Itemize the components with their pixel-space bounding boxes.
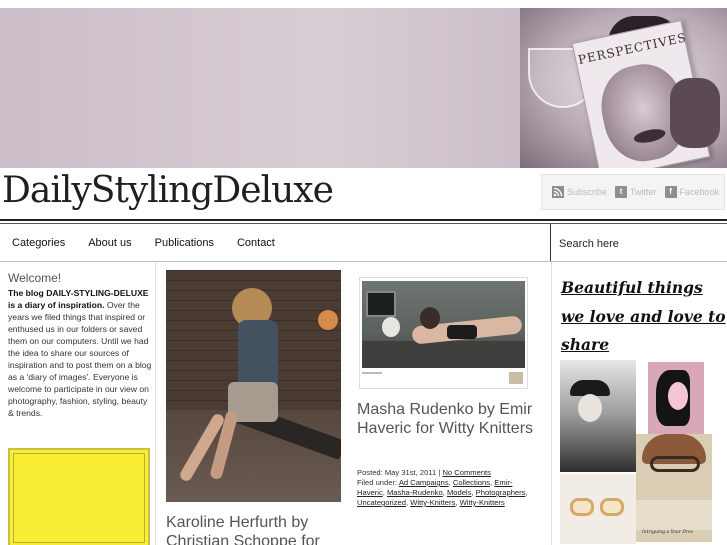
face — [668, 382, 688, 410]
collage-pink-illustration — [648, 362, 704, 434]
comments-link[interactable]: No Comments — [442, 468, 491, 477]
site-logo[interactable]: DailyStylingDeluxe — [2, 170, 334, 211]
tag-link[interactable]: Witty-Knitters — [460, 498, 505, 507]
model-dress — [447, 325, 477, 339]
post-title-masha[interactable]: Masha Rudenko by Emir Haveric for Witty … — [357, 400, 537, 438]
yellow-banner-ad[interactable] — [8, 448, 150, 545]
image-collage[interactable]: Intriguing a Your Dres — [560, 360, 720, 545]
welcome-title: Welcome! — [8, 271, 62, 285]
lamp — [318, 310, 338, 330]
nav-item-categories[interactable]: Categories — [12, 237, 65, 249]
tag-link[interactable]: Masha-Rudenko — [387, 488, 443, 497]
facebook-label: Facebook — [679, 187, 720, 197]
welcome-text: The blog DAILY-STYLING-DELUXE is a diary… — [8, 287, 153, 419]
banner-photo: PERSPECTIVES — [520, 8, 727, 168]
tv-set — [366, 291, 396, 317]
subscribe-link[interactable]: Subscribe — [552, 186, 607, 198]
post-meta: Posted: May 31st, 2011 | No Comments Fil… — [357, 468, 528, 507]
twitter-link[interactable]: t Twitter — [615, 186, 657, 198]
left-sidebar: Welcome! The blog DAILY-STYLING-DELUXE i… — [0, 262, 156, 545]
subscribe-label: Subscribe — [567, 187, 608, 197]
banner-top-strip — [0, 0, 727, 8]
welcome-body: Over the years we filed things that insp… — [8, 300, 152, 418]
sunglasses-lens — [600, 498, 624, 516]
tag-link[interactable]: Uncategorized — [357, 498, 406, 507]
tag-link[interactable]: Photographers — [476, 488, 526, 497]
facebook-icon: f — [664, 186, 677, 198]
facebook-link[interactable]: f Facebook — [664, 186, 720, 198]
twitter-label: Twitter — [630, 187, 657, 197]
tag-link[interactable]: Ad Campaigns — [399, 478, 449, 487]
glasses — [650, 456, 700, 472]
main-nav: Categories About us Publications Contact… — [0, 224, 727, 262]
posted-date: Posted: May 31st, 2011 | — [357, 468, 441, 477]
post-image-masha[interactable] — [362, 281, 525, 368]
image-caption-line — [362, 372, 382, 374]
nav-item-about-us[interactable]: About us — [88, 237, 131, 249]
brand-stamp-icon — [509, 372, 523, 384]
sidebar-heading: Beautiful things we love and love to sha… — [561, 278, 726, 354]
collage-hat-photo — [560, 360, 636, 472]
model-head — [420, 307, 440, 329]
header-banner: PERSPECTIVES — [0, 0, 727, 168]
collage-glasses-ad: Intriguing a Your Dres — [636, 434, 712, 542]
collage-sunglasses — [560, 474, 636, 544]
nav-item-contact[interactable]: Contact — [237, 237, 275, 249]
ad-caption: Intriguing a Your Dres — [642, 530, 694, 535]
magazine-title: PERSPECTIVES — [576, 30, 688, 68]
filed-under-label: Filed under: — [357, 478, 398, 487]
rabbit — [382, 317, 400, 337]
floor — [362, 341, 525, 368]
logo-bar: DailyStylingDeluxe Subscribe t Twitter f… — [0, 168, 727, 220]
header-rule-thick — [0, 219, 727, 221]
social-links: Subscribe t Twitter f Facebook — [541, 174, 725, 210]
nav-item-publications[interactable]: Publications — [155, 237, 214, 249]
twitter-icon: t — [615, 186, 628, 198]
hand — [670, 78, 720, 148]
ad-strip — [636, 500, 712, 530]
tag-link[interactable]: Models — [447, 488, 471, 497]
nav-menu: Categories About us Publications Contact — [12, 237, 275, 249]
sunglasses-lens — [570, 498, 594, 516]
face — [578, 394, 602, 422]
post-title-karoline[interactable]: Karoline Herfurth by Christian Schoppe f… — [166, 513, 346, 545]
tag-link[interactable]: Collections — [453, 478, 490, 487]
rss-icon — [552, 186, 564, 198]
model-top — [238, 320, 278, 390]
search-input[interactable]: Search here — [550, 224, 727, 262]
tag-link[interactable]: Witty-Knitters — [410, 498, 455, 507]
post-image-karoline[interactable] — [166, 270, 341, 502]
right-sidebar: Beautiful things we love and love to sha… — [551, 262, 727, 545]
